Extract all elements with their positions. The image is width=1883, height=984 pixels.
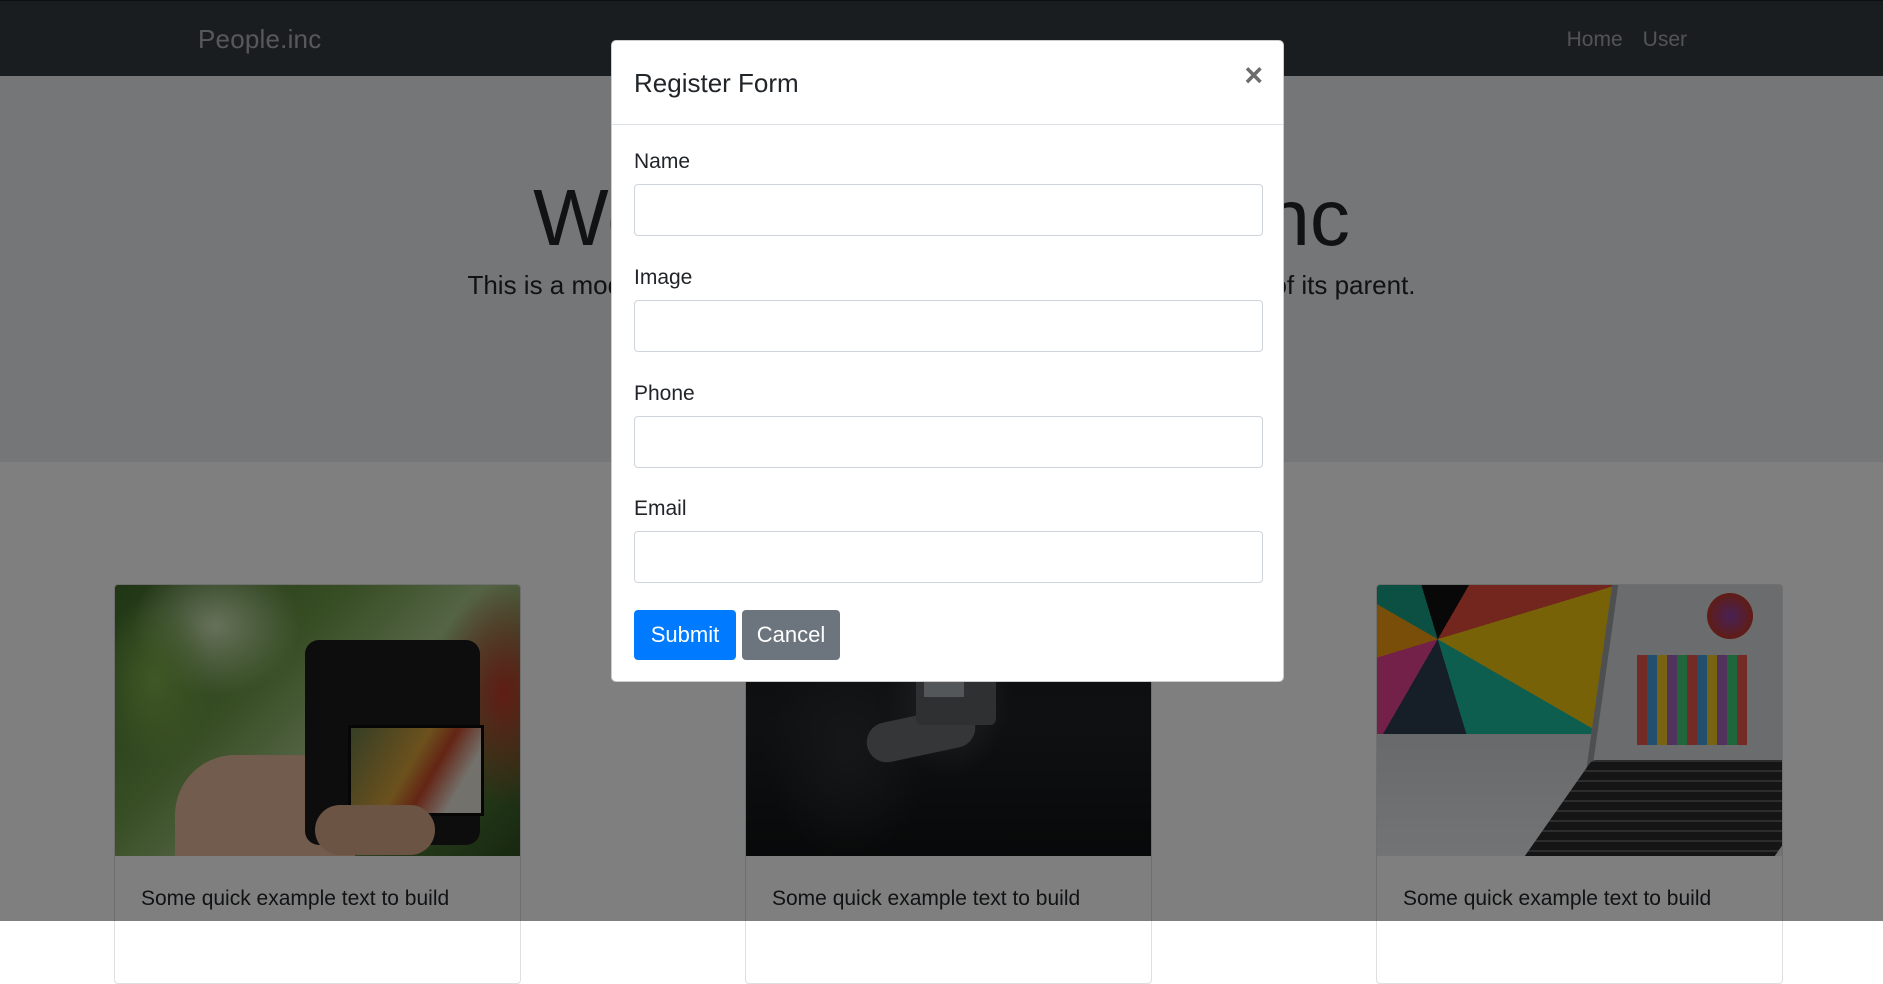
email-input[interactable] — [634, 531, 1263, 583]
image-input[interactable] — [634, 300, 1263, 352]
form-group-image: Image — [634, 266, 1263, 352]
submit-button[interactable]: Submit — [634, 610, 736, 660]
modal-header: Register Form × — [612, 41, 1283, 125]
form-group-email: Email — [634, 497, 1263, 583]
phone-input[interactable] — [634, 416, 1263, 468]
image-label: Image — [634, 266, 693, 289]
modal-title: Register Form — [634, 68, 799, 98]
email-label: Email — [634, 497, 687, 520]
close-icon[interactable]: × — [1244, 59, 1263, 91]
form-group-phone: Phone — [634, 382, 1263, 468]
form-group-name: Name — [634, 150, 1263, 236]
register-modal: Register Form × Name Image Phone Email S… — [611, 40, 1284, 682]
phone-label: Phone — [634, 382, 695, 405]
cancel-button[interactable]: Cancel — [742, 610, 840, 660]
name-input[interactable] — [634, 184, 1263, 236]
name-label: Name — [634, 150, 691, 173]
